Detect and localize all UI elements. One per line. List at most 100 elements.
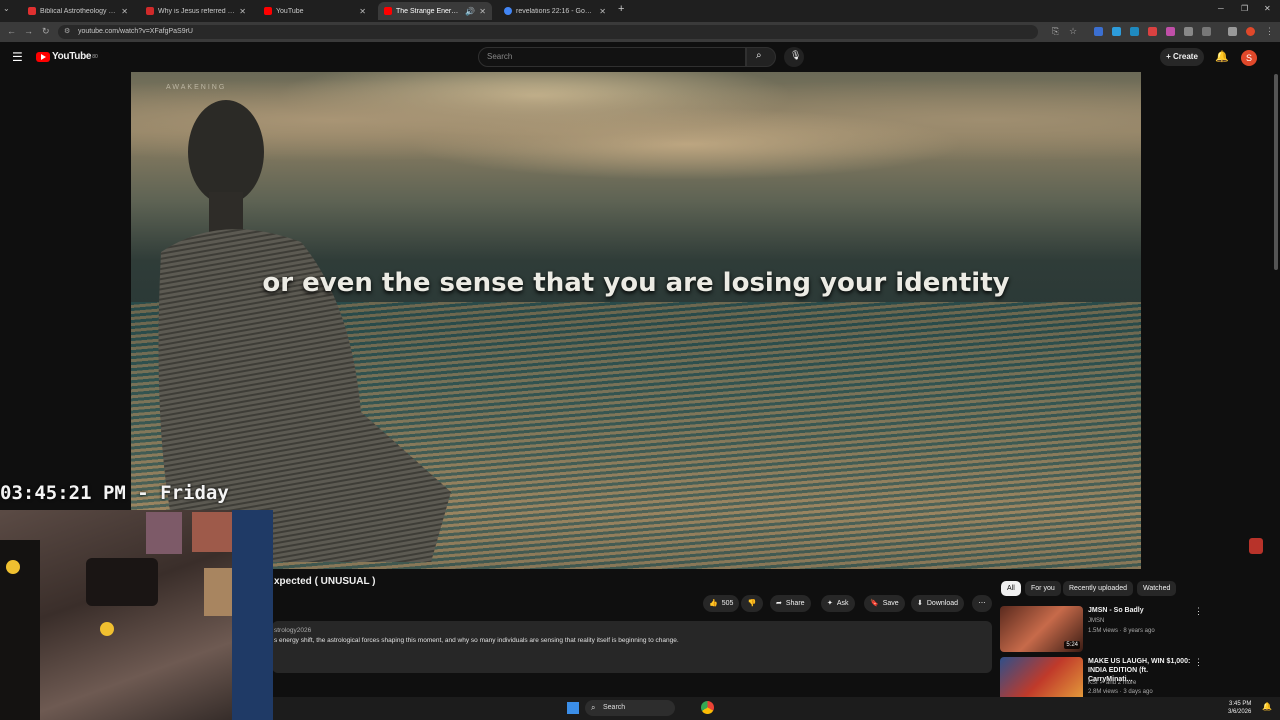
webcam-curtain bbox=[232, 510, 273, 720]
close-icon[interactable]: ✕ bbox=[599, 7, 606, 16]
chrome-taskbar-icon[interactable] bbox=[701, 701, 714, 714]
browser-tab-1[interactable]: Biblical Astrotheology | Jordan ✕ bbox=[22, 2, 134, 20]
close-icon[interactable]: ✕ bbox=[121, 7, 128, 16]
more-actions-button[interactable]: ⋯ bbox=[972, 595, 992, 612]
logo-superscript: 80 bbox=[92, 53, 98, 60]
back-icon[interactable]: ← bbox=[7, 26, 16, 36]
extension-icon[interactable] bbox=[1184, 27, 1193, 36]
restore-icon[interactable]: ❐ bbox=[1241, 4, 1248, 13]
system-clock[interactable]: 3:45 PM 3/6/2026 bbox=[1228, 700, 1251, 716]
download-button[interactable]: ⬇ Download bbox=[911, 595, 965, 612]
search-button[interactable]: ⌕ bbox=[746, 47, 776, 67]
profile-icon[interactable] bbox=[1228, 27, 1237, 36]
chip-recently-uploaded[interactable]: Recently uploaded bbox=[1063, 581, 1133, 596]
recommendation-channel[interactable]: JMSN bbox=[1088, 618, 1104, 624]
youtube-logo[interactable]: YouTube 80 bbox=[36, 51, 98, 62]
avatar[interactable]: S bbox=[1241, 50, 1257, 66]
site-info-icon[interactable]: ⚙ bbox=[64, 25, 70, 39]
emoji-sticker bbox=[6, 560, 20, 574]
extension-icon[interactable] bbox=[1094, 27, 1103, 36]
description-hashtag[interactable]: strology2026 bbox=[274, 627, 990, 634]
address-bar[interactable]: ⚙ youtube.com/watch?v=XFafgPaS9rU bbox=[58, 25, 1038, 39]
download-icon: ⬇ bbox=[917, 600, 923, 607]
like-button[interactable]: 👍 505 bbox=[703, 595, 740, 612]
recommendation-channel-row[interactable]: KSI ✓ and 2 more bbox=[1088, 679, 1136, 686]
video-title: xpected ( UNUSUAL ) bbox=[274, 576, 376, 587]
create-button[interactable]: + Create bbox=[1160, 48, 1204, 66]
notifications-bell-icon[interactable]: 🔔 bbox=[1215, 50, 1229, 63]
video-description[interactable]: strology2026 s energy shift, the astrolo… bbox=[272, 621, 992, 673]
search-icon: ⌕ bbox=[756, 50, 762, 61]
webcam-object bbox=[86, 558, 158, 606]
ask-button[interactable]: ✦ Ask bbox=[821, 595, 855, 612]
search-input[interactable]: Search bbox=[478, 47, 746, 67]
video-caption: or even the sense that you are losing yo… bbox=[262, 268, 1010, 298]
recommendation-channel[interactable]: KSI bbox=[1088, 680, 1098, 686]
voice-search-button[interactable]: 🎙 bbox=[784, 47, 804, 67]
recommendation-channel-extra: and 2 more bbox=[1106, 680, 1137, 686]
windows-taskbar bbox=[273, 697, 1280, 720]
bookmark-icon: 🔖 bbox=[870, 600, 879, 607]
like-count: 505 bbox=[721, 600, 734, 607]
speaker-icon[interactable]: 🔊 bbox=[465, 7, 475, 16]
extension-icon[interactable] bbox=[1148, 27, 1157, 36]
address-text: youtube.com/watch?v=XFafgPaS9rU bbox=[78, 28, 193, 35]
page-scrollbar[interactable] bbox=[1274, 74, 1278, 270]
reload-icon[interactable]: ↻ bbox=[42, 26, 50, 37]
thumbs-down-icon: 👎 bbox=[747, 600, 757, 607]
new-tab-button[interactable]: + bbox=[618, 3, 624, 15]
recommendation-meta: 1.5M views · 8 years ago bbox=[1088, 628, 1155, 634]
close-icon[interactable]: ✕ bbox=[359, 7, 366, 16]
close-icon[interactable]: ✕ bbox=[479, 7, 486, 16]
menu-kebab-icon[interactable]: ⋮ bbox=[1265, 26, 1274, 37]
save-button[interactable]: 🔖 Save bbox=[864, 595, 905, 612]
chip-for-you[interactable]: For you bbox=[1025, 581, 1061, 596]
wall-poster bbox=[192, 512, 232, 552]
video-player[interactable]: AWAKENING or even the sense that you are… bbox=[131, 72, 1141, 569]
system-time: 3:45 PM bbox=[1229, 701, 1252, 707]
close-window-icon[interactable]: ✕ bbox=[1264, 4, 1271, 13]
save-label: Save bbox=[882, 600, 899, 607]
dislike-button[interactable]: 👎 bbox=[741, 595, 763, 612]
install-icon[interactable]: ⎘ bbox=[1052, 26, 1059, 37]
chip-watched[interactable]: Watched bbox=[1137, 581, 1177, 596]
recommendation-meta: 2.8M views · 3 days ago bbox=[1088, 689, 1153, 695]
extension-icon[interactable] bbox=[1166, 27, 1175, 36]
description-text: s energy shift, the astrological forces … bbox=[274, 637, 679, 644]
browser-tab-2[interactable]: Why is Jesus referred to as "the ✕ bbox=[140, 2, 252, 20]
recommendation-title[interactable]: JMSN - So Badly bbox=[1088, 606, 1192, 615]
video-watermark: AWAKENING bbox=[166, 84, 227, 91]
browser-tab-3[interactable]: YouTube ✕ bbox=[258, 2, 372, 20]
taskbar-search[interactable]: ⌕ Search bbox=[585, 700, 675, 716]
more-vertical-icon[interactable]: ⋮ bbox=[1194, 606, 1203, 617]
search-icon: ⌕ bbox=[591, 703, 596, 712]
extensions-puzzle-icon[interactable] bbox=[1202, 27, 1211, 36]
download-label: Download bbox=[926, 600, 959, 607]
minimize-icon[interactable]: ─ bbox=[1218, 4, 1224, 13]
tab-favicon bbox=[504, 7, 512, 15]
extension-icon[interactable] bbox=[1130, 27, 1139, 36]
more-horizontal-icon: ⋯ bbox=[978, 600, 986, 607]
windows-start-icon[interactable] bbox=[567, 702, 579, 714]
floating-badge-icon[interactable] bbox=[1249, 538, 1263, 554]
browser-tab-4[interactable]: The Strange Energy of Marc 🔊 ✕ bbox=[378, 2, 492, 20]
video-thumbnail[interactable]: 5:24 bbox=[1000, 606, 1083, 652]
close-icon[interactable]: ✕ bbox=[239, 7, 246, 16]
youtube-header: ☰ YouTube 80 Search ⌕ 🎙 + Create 🔔 S bbox=[0, 42, 1280, 72]
more-vertical-icon[interactable]: ⋮ bbox=[1194, 657, 1203, 668]
tab-label: Why is Jesus referred to as "the bbox=[158, 7, 235, 15]
browser-tab-5[interactable]: revelations 22:16 - Google Sea ✕ bbox=[498, 2, 612, 20]
bookmark-star-icon[interactable]: ☆ bbox=[1069, 26, 1077, 37]
share-label: Share bbox=[785, 600, 805, 607]
hamburger-menu-icon[interactable]: ☰ bbox=[12, 50, 23, 64]
notification-center-icon[interactable]: 🔔 bbox=[1262, 702, 1272, 711]
tab-label: The Strange Energy of Marc bbox=[396, 7, 461, 15]
account-avatar[interactable] bbox=[1246, 27, 1255, 36]
extension-icon[interactable] bbox=[1112, 27, 1121, 36]
tab-favicon bbox=[146, 7, 154, 15]
tab-search-icon[interactable]: ⌄ bbox=[3, 4, 10, 13]
share-button[interactable]: ➦ Share bbox=[770, 595, 811, 612]
chip-all[interactable]: All bbox=[1001, 581, 1021, 596]
forward-icon[interactable]: → bbox=[24, 26, 33, 36]
recommendation-item[interactable]: 5:24 JMSN - So Badly JMSN 1.5M views · 8… bbox=[1000, 606, 1203, 652]
